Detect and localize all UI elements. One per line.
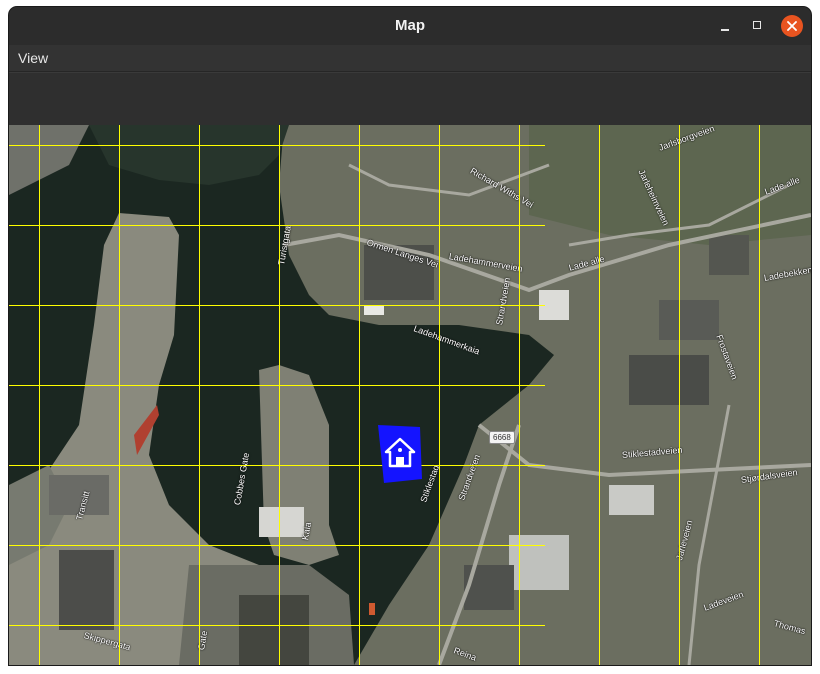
grid-line-v2 — [119, 125, 120, 665]
grid-line-v7 — [519, 125, 520, 665]
close-icon — [787, 21, 797, 31]
grid-line-v8 — [599, 125, 600, 665]
grid-line-v1 — [39, 125, 40, 665]
road-number-shield: 6668 — [489, 431, 515, 444]
minimize-button[interactable] — [714, 15, 736, 37]
grid-line-v3 — [199, 125, 200, 665]
grid-line-v10 — [759, 125, 760, 665]
grid-line-v9 — [679, 125, 680, 665]
map-window: Map View Jarlsborgveien Richard Withs Ve… — [9, 7, 811, 665]
maximize-button[interactable] — [747, 15, 769, 37]
grid-line-h5 — [9, 465, 545, 466]
grid-line-h6 — [9, 545, 545, 546]
close-button[interactable] — [781, 15, 803, 37]
grid-line-v4 — [279, 125, 280, 665]
grid-line-v5 — [359, 125, 360, 665]
menu-view[interactable]: View — [18, 50, 48, 66]
window-title: Map — [395, 17, 425, 34]
map-view[interactable]: Jarlsborgveien Richard Withs Vei Jarlehe… — [9, 125, 811, 665]
title-bar[interactable]: Map — [9, 7, 811, 45]
menu-bar: View — [9, 45, 811, 72]
grid-line-v6 — [439, 125, 440, 665]
grid-line-h1 — [9, 145, 545, 146]
toolbar — [9, 72, 811, 126]
grid-line-h2 — [9, 225, 545, 226]
home-marker[interactable] — [376, 423, 424, 485]
grid-line-h4 — [9, 385, 545, 386]
satellite-imagery — [9, 125, 811, 665]
grid-line-h7 — [9, 625, 545, 626]
grid-line-h3 — [9, 305, 545, 306]
